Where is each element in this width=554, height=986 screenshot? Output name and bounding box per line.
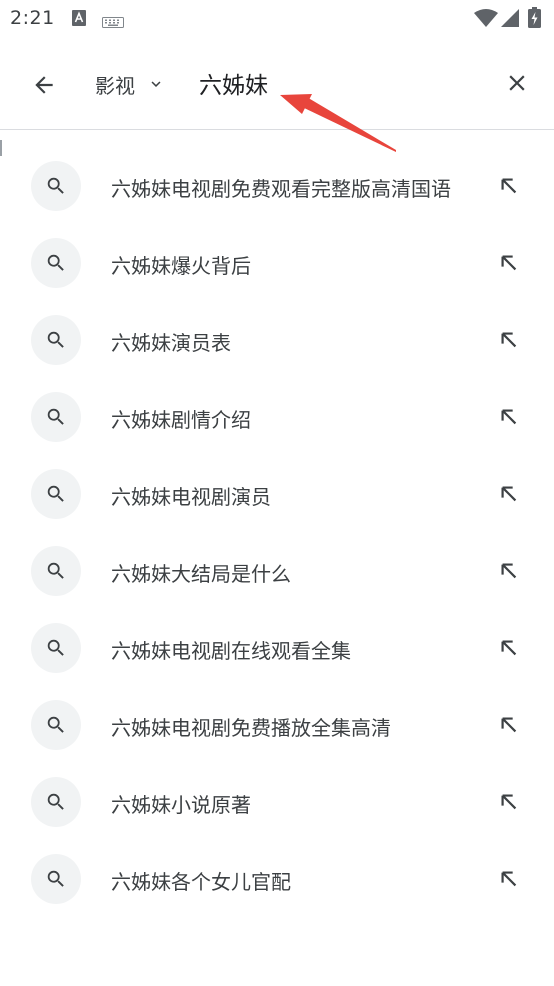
suggestion-item[interactable]: 六姊妹各个女儿官配 (0, 840, 554, 917)
suggestion-list: 六姊妹电视剧免费观看完整版高清国语 六姊妹爆火背后 六姊妹演员表 六姊妹剧情介绍… (0, 147, 554, 917)
fill-query-icon[interactable] (494, 325, 524, 355)
search-icon (31, 161, 81, 211)
suggestion-text: 六姊妹各个女儿官配 (111, 870, 291, 894)
close-icon (509, 75, 525, 91)
fill-query-icon[interactable] (494, 479, 524, 509)
status-time: 2:21 (10, 7, 55, 29)
chevron-down-icon (147, 75, 165, 93)
fill-query-icon[interactable] (494, 171, 524, 201)
arrow-back-icon (35, 76, 53, 94)
battery-icon (528, 7, 541, 32)
keyboard-icon (102, 13, 124, 32)
suggestion-item[interactable]: 六姊妹电视剧免费播放全集高清 (0, 686, 554, 763)
search-bar: 影视 六姊妹 (0, 40, 554, 130)
fill-query-icon[interactable] (494, 864, 524, 894)
search-icon (31, 546, 81, 596)
suggestion-text: 六姊妹电视剧免费播放全集高清 (111, 716, 391, 740)
cellular-signal-icon (501, 9, 519, 31)
search-icon (31, 854, 81, 904)
suggestion-item[interactable]: 六姊妹电视剧演员 (0, 455, 554, 532)
suggestion-item[interactable]: 六姊妹演员表 (0, 301, 554, 378)
suggestion-text: 六姊妹剧情介绍 (111, 408, 251, 432)
search-icon (31, 238, 81, 288)
suggestion-text: 六姊妹电视剧在线观看全集 (111, 639, 351, 663)
category-label: 影视 (95, 73, 135, 98)
suggestion-text: 六姊妹爆火背后 (111, 254, 251, 278)
suggestion-text: 六姊妹小说原著 (111, 793, 251, 817)
fill-query-icon[interactable] (494, 633, 524, 663)
search-icon (31, 392, 81, 442)
fill-query-icon[interactable] (494, 556, 524, 586)
suggestion-item[interactable]: 六姊妹电视剧免费观看完整版高清国语 (0, 147, 554, 224)
suggestion-item[interactable]: 六姊妹电视剧在线观看全集 (0, 609, 554, 686)
suggestion-text: 六姊妹电视剧免费观看完整版高清国语 (111, 177, 451, 201)
fill-query-icon[interactable] (494, 787, 524, 817)
suggestion-text: 六姊妹电视剧演员 (111, 485, 271, 509)
search-icon (31, 700, 81, 750)
back-button[interactable] (22, 63, 66, 107)
text-notification-icon (72, 10, 86, 30)
search-icon (31, 315, 81, 365)
clear-button[interactable] (495, 61, 539, 105)
suggestion-text: 六姊妹大结局是什么 (111, 562, 291, 586)
fill-query-icon[interactable] (494, 710, 524, 740)
search-input[interactable]: 六姊妹 (199, 66, 268, 100)
category-dropdown[interactable]: 影视 (95, 69, 165, 99)
suggestion-item[interactable]: 六姊妹大结局是什么 (0, 532, 554, 609)
suggestion-text: 六姊妹演员表 (111, 331, 231, 355)
fill-query-icon[interactable] (494, 248, 524, 278)
search-icon (31, 623, 81, 673)
suggestion-item[interactable]: 六姊妹小说原著 (0, 763, 554, 840)
wifi-icon (474, 9, 498, 31)
search-icon (31, 469, 81, 519)
search-icon (31, 777, 81, 827)
suggestion-item[interactable]: 六姊妹爆火背后 (0, 224, 554, 301)
fill-query-icon[interactable] (494, 402, 524, 432)
suggestion-item[interactable]: 六姊妹剧情介绍 (0, 378, 554, 455)
status-bar: 2:21 (0, 0, 554, 40)
